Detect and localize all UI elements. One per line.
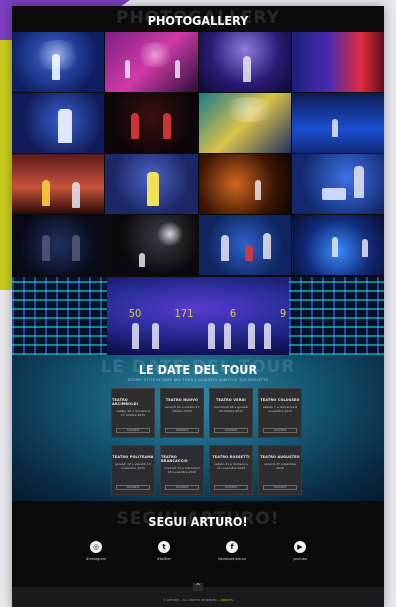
tour-venue: TEATRO COLOSSEO bbox=[260, 398, 300, 402]
gallery-photo[interactable] bbox=[105, 32, 198, 92]
gallery-photo[interactable] bbox=[105, 154, 198, 214]
stats-section: 50 171 6 9 bbox=[12, 277, 384, 355]
stat-value: 171 bbox=[174, 307, 194, 320]
tour-date-card: TEATRO POLITEAMA giovedì 12 e venerdì 13 … bbox=[111, 445, 155, 495]
buy-ticket-button[interactable]: ACQUISTA bbox=[214, 485, 248, 490]
gallery-photo[interactable] bbox=[198, 215, 291, 275]
tour-venue: TEATRO POLITEAMA bbox=[112, 455, 154, 459]
tour-subtitle: SCOPRI TUTTE LE DATE DEL TOUR E ACQUISTA… bbox=[127, 378, 269, 382]
tour-date-card: TEATRO ROSSETTI sabato 21 e domenica 22 n… bbox=[209, 445, 253, 495]
gallery-photo[interactable] bbox=[198, 154, 291, 214]
tour-venue: TEATRO VERDI bbox=[215, 398, 246, 402]
tour-date: venerdì 27 novembre 2015 bbox=[263, 462, 297, 470]
gallery-photo[interactable] bbox=[105, 215, 198, 275]
tour-date: giovedì 12 e venerdì 13 novembre 2015 bbox=[115, 462, 151, 470]
gallery-photo[interactable] bbox=[198, 32, 291, 92]
tour-date: sabato 7 e domenica 8 novembre 2015 bbox=[262, 405, 298, 413]
social-link[interactable]: t #twitter bbox=[142, 541, 186, 561]
gallery-photo[interactable] bbox=[291, 93, 384, 153]
copyright-text: © ARTURO - ALL RIGHTS RESERVED - CREDITS bbox=[12, 598, 384, 602]
buy-ticket-button[interactable]: ACQUISTA bbox=[263, 428, 297, 433]
tour-date-card: TEATRO BRANCACCIO martedì 17 e mercoledì … bbox=[160, 445, 204, 495]
photo-grid bbox=[12, 32, 384, 275]
stage-set-left bbox=[12, 277, 107, 355]
buy-ticket-button[interactable]: ACQUISTA bbox=[263, 485, 297, 490]
tour-date-card: TEATRO NUOVO venerdì 22 e sabato 23 ottob… bbox=[160, 388, 204, 438]
credits-link[interactable]: CREDITS bbox=[220, 598, 233, 602]
tour-cards-grid: TEATRO ARCIMBOLDI sabato 16 e domenica 17… bbox=[111, 388, 303, 495]
tour-venue: TEATRO BRANCACCIO bbox=[161, 455, 188, 463]
social-label[interactable]: #twitter bbox=[142, 557, 186, 561]
back-to-top-button[interactable]: ^ bbox=[193, 583, 203, 591]
social-link[interactable]: f/facebook/arturo bbox=[210, 541, 254, 561]
social-title: SEGUI ARTURO! bbox=[148, 514, 248, 529]
gallery-photo[interactable] bbox=[291, 215, 384, 275]
social-links: ◎ #instagram t #twitter f/facebook/arturo ▶ yo… bbox=[12, 541, 384, 561]
tour-date: venerdì 22 e sabato 23 ottobre 2015 bbox=[164, 405, 200, 413]
youtube-icon[interactable]: ▶ bbox=[294, 541, 306, 553]
social-label[interactable]: youtube bbox=[278, 557, 322, 561]
social-heading: SEGUI ARTURO! SEGUI ARTURO! bbox=[12, 501, 384, 531]
tour-venue: TEATRO ROSSETTI bbox=[212, 455, 250, 459]
gallery-photo[interactable] bbox=[291, 154, 384, 214]
tour-date: martedì 17 e mercoledì 18 novembre 2015 bbox=[164, 466, 200, 474]
instagram-icon[interactable]: ◎ bbox=[90, 541, 102, 553]
tour-date: sabato 16 e domenica 17 ottobre 2015 bbox=[116, 409, 150, 417]
buy-ticket-button[interactable]: ACQUISTA bbox=[116, 428, 150, 433]
footer: ^ © ARTURO - ALL RIGHTS RESERVED - CREDI… bbox=[12, 583, 384, 607]
tour-venue: TEATRO ARCIMBOLDI bbox=[112, 398, 139, 406]
gallery-photo[interactable] bbox=[105, 93, 198, 153]
buy-ticket-button[interactable]: ACQUISTA bbox=[116, 485, 150, 490]
tour-title: LE DATE DEL TOUR bbox=[138, 362, 258, 377]
photogallery-section: PHOTOGALLERY PHOTOGALLERY bbox=[12, 6, 384, 275]
buy-ticket-button[interactable]: ACQUISTA bbox=[214, 428, 248, 433]
tour-date-card: TEATRO ARCIMBOLDI sabato 16 e domenica 17… bbox=[111, 388, 155, 438]
tour-date-card: TEATRO COLOSSEO sabato 7 e domenica 8 nov… bbox=[258, 388, 302, 438]
buy-ticket-button[interactable]: ACQUISTA bbox=[165, 485, 199, 490]
photogallery-title: PHOTOGALLERY bbox=[147, 13, 249, 28]
tour-date: mercoledì 28 e giovedì 29 ottobre 2015 bbox=[213, 405, 249, 413]
tour-heading: LE DATE DEL TOUR LE DATE DEL TOUR bbox=[12, 355, 384, 377]
gallery-photo[interactable] bbox=[198, 93, 291, 153]
tour-venue: TEATRO AUGUSTEO bbox=[260, 455, 300, 459]
facebook-icon[interactable]: f bbox=[226, 541, 238, 553]
copyright-label: © ARTURO - ALL RIGHTS RESERVED - bbox=[163, 598, 220, 602]
gallery-photo[interactable] bbox=[12, 154, 105, 214]
stat-value: 6 bbox=[229, 307, 237, 320]
stat-value: 9 bbox=[279, 307, 287, 320]
gallery-photo[interactable] bbox=[12, 215, 105, 275]
social-label[interactable]: #instagram bbox=[74, 557, 118, 561]
stat-value: 50 bbox=[128, 307, 142, 320]
buy-ticket-button[interactable]: ACQUISTA bbox=[165, 428, 199, 433]
social-label[interactable]: /facebook/arturo bbox=[210, 557, 254, 561]
tour-section: LE DATE DEL TOUR LE DATE DEL TOUR SCOPRI… bbox=[12, 355, 384, 501]
gallery-photo[interactable] bbox=[12, 32, 105, 92]
tour-date-card: TEATRO VERDI mercoledì 28 e giovedì 29 ot… bbox=[209, 388, 253, 438]
tour-date: sabato 21 e domenica 22 novembre 2015 bbox=[214, 462, 248, 470]
social-section: SEGUI ARTURO! SEGUI ARTURO! ◎ #instagram t… bbox=[12, 501, 384, 575]
gallery-photo[interactable] bbox=[291, 32, 384, 92]
tour-venue: TEATRO NUOVO bbox=[165, 398, 199, 402]
social-link[interactable]: ◎ #instagram bbox=[74, 541, 118, 561]
gallery-photo[interactable] bbox=[12, 93, 105, 153]
twitter-icon[interactable]: t bbox=[158, 541, 170, 553]
tour-date-card: TEATRO AUGUSTEO venerdì 27 novembre 2015 A… bbox=[258, 445, 302, 495]
website-page: PHOTOGALLERY PHOTOGALLERY 50 171 6 9 LE … bbox=[12, 6, 384, 607]
photogallery-heading: PHOTOGALLERY PHOTOGALLERY bbox=[12, 6, 384, 32]
social-link[interactable]: ▶ youtube bbox=[278, 541, 322, 561]
